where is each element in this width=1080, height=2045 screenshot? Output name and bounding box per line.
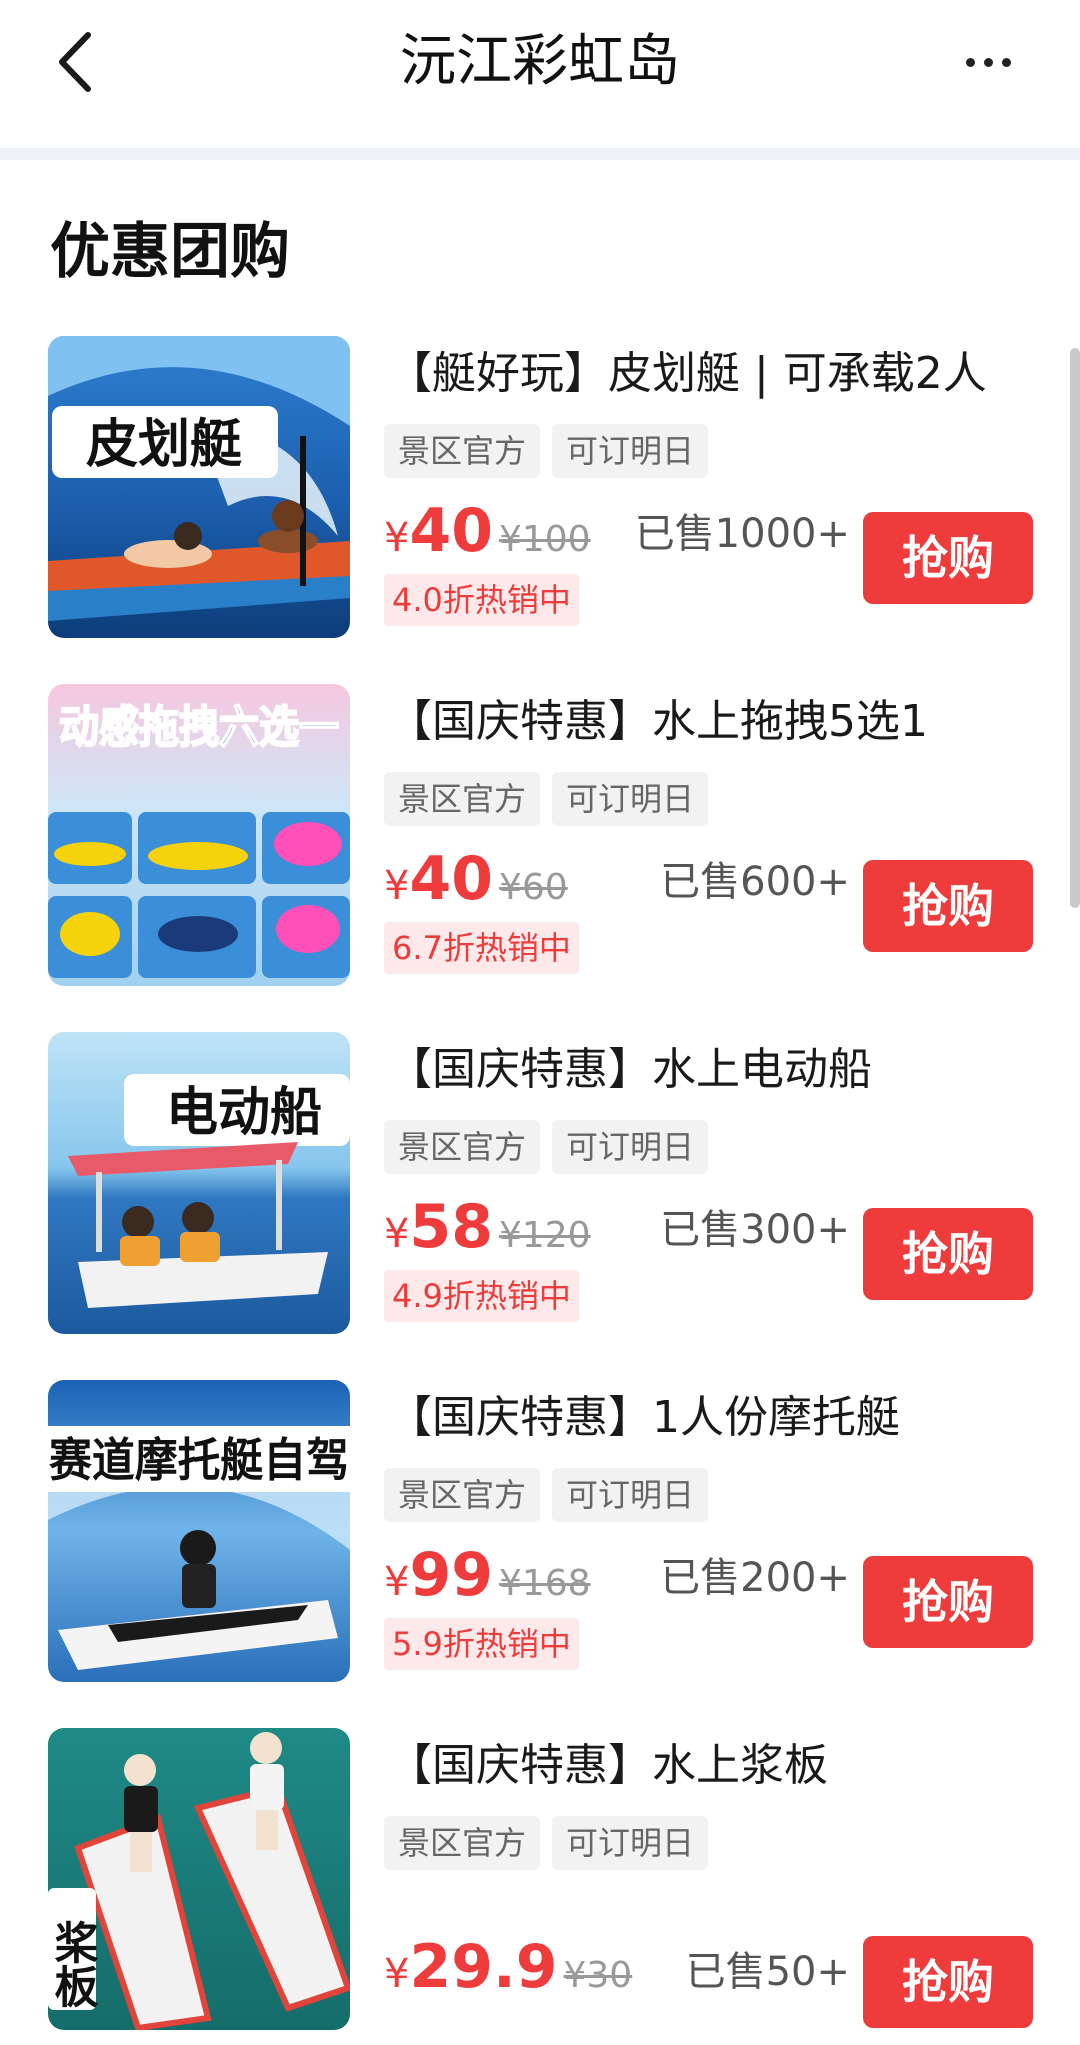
thumb-text: 桨板 xyxy=(48,1920,99,2008)
deal-item[interactable]: 动感拖拽六选一 【国庆特惠】水上拖拽5选1 景区官方 可订明日 ¥ 40 ¥60… xyxy=(0,684,1080,1004)
currency-symbol: ¥ xyxy=(384,1951,410,1997)
section-title: 优惠团购 xyxy=(50,217,290,287)
deal-price: 40 xyxy=(409,844,493,914)
tag-official: 景区官方 xyxy=(384,1468,541,1522)
more-button[interactable] xyxy=(948,22,1028,102)
original-price: ¥100 xyxy=(498,519,591,560)
deal-tags: 景区官方 可订明日 xyxy=(384,424,709,478)
deal-tags: 景区官方 可订明日 xyxy=(384,1120,709,1174)
thumb-text: 电动船 xyxy=(166,1083,322,1143)
deal-name: 【国庆特惠】水上拖拽5选1 xyxy=(388,696,928,747)
deal-price: 99 xyxy=(409,1540,493,1610)
discount-badge: 4.0折热销中 xyxy=(384,574,579,626)
price-row: ¥ 58 ¥120 xyxy=(384,1192,591,1262)
tag-book-tomorrow: 可订明日 xyxy=(552,1468,709,1522)
towable-image: 动感拖拽六选一 xyxy=(48,684,350,986)
discount-badge: 5.9折热销中 xyxy=(384,1618,579,1670)
tag-official: 景区官方 xyxy=(384,424,541,478)
price-row: ¥ 40 ¥100 xyxy=(384,496,591,566)
original-price: ¥120 xyxy=(498,1215,591,1256)
deal-thumbnail[interactable]: 赛道摩托艇自驾 xyxy=(48,1380,350,1682)
section-divider xyxy=(0,148,1080,160)
page-title: 沅江彩虹岛 xyxy=(400,29,680,94)
price-row: ¥ 40 ¥60 xyxy=(384,844,568,914)
deal-tags: 景区官方 可订明日 xyxy=(384,772,709,826)
deal-thumbnail[interactable]: 动感拖拽六选一 xyxy=(48,684,350,986)
tag-book-tomorrow: 可订明日 xyxy=(552,1816,709,1870)
deal-name: 【国庆特惠】1人份摩托艇 xyxy=(388,1392,900,1443)
sold-count: 已售1000+ xyxy=(634,511,850,557)
deal-thumbnail[interactable]: 桨板 xyxy=(48,1728,350,2030)
kayak-image: 皮划艇 xyxy=(48,336,350,638)
sold-count: 已售300+ xyxy=(660,1207,850,1253)
deal-name: 【国庆特惠】水上浆板 xyxy=(388,1740,828,1791)
original-price: ¥60 xyxy=(498,867,568,908)
thumb-text: 动感拖拽六选一 xyxy=(59,702,339,753)
nav-bar: 沅江彩虹岛 xyxy=(0,0,1080,148)
currency-symbol: ¥ xyxy=(384,1559,410,1605)
deal-item[interactable]: 桨板 【国庆特惠】水上浆板 景区官方 可订明日 ¥ 29.9 ¥30 已售50+… xyxy=(0,1728,1080,2045)
discount-badge: 4.9折热销中 xyxy=(384,1270,579,1322)
tag-book-tomorrow: 可订明日 xyxy=(552,424,709,478)
deal-tags: 景区官方 可订明日 xyxy=(384,1468,709,1522)
deal-tags: 景区官方 可订明日 xyxy=(384,1816,709,1870)
thumb-text: 皮划艇 xyxy=(86,415,242,475)
currency-symbol: ¥ xyxy=(384,1211,410,1257)
sold-count: 已售200+ xyxy=(660,1555,850,1601)
tag-book-tomorrow: 可订明日 xyxy=(552,772,709,826)
currency-symbol: ¥ xyxy=(384,863,410,909)
electric-boat-image: 电动船 xyxy=(48,1032,350,1334)
original-price: ¥168 xyxy=(498,1563,591,1604)
deal-item[interactable]: 皮划艇 【艇好玩】皮划艇 | 可承载2人 景区官方 可订明日 ¥ 40 ¥100… xyxy=(0,336,1080,656)
price-row: ¥ 99 ¥168 xyxy=(384,1540,591,1610)
currency-symbol: ¥ xyxy=(384,515,410,561)
deal-price: 29.9 xyxy=(409,1932,558,2002)
deal-name: 【国庆特惠】水上电动船 xyxy=(388,1044,872,1095)
deal-item[interactable]: 电动船 【国庆特惠】水上电动船 景区官方 可订明日 ¥ 58 ¥120 4.9折… xyxy=(0,1032,1080,1352)
tag-official: 景区官方 xyxy=(384,1120,541,1174)
deal-name: 【艇好玩】皮划艇 | 可承载2人 xyxy=(388,348,987,399)
tag-official: 景区官方 xyxy=(384,1816,541,1870)
tag-book-tomorrow: 可订明日 xyxy=(552,1120,709,1174)
sold-count: 已售50+ xyxy=(685,1949,850,1995)
more-dot xyxy=(983,57,993,67)
thumb-text: 赛道摩托艇自驾 xyxy=(49,1433,349,1487)
buy-button[interactable]: 抢购 xyxy=(863,860,1033,952)
buy-button[interactable]: 抢购 xyxy=(863,1556,1033,1648)
jetski-image: 赛道摩托艇自驾 xyxy=(48,1380,350,1682)
sold-count: 已售600+ xyxy=(660,859,850,905)
buy-button[interactable]: 抢购 xyxy=(863,512,1033,604)
price-row: ¥ 29.9 ¥30 xyxy=(384,1932,632,2002)
deal-thumbnail[interactable]: 皮划艇 xyxy=(48,336,350,638)
deal-thumbnail[interactable]: 电动船 xyxy=(48,1032,350,1334)
more-dot xyxy=(1001,57,1011,67)
more-horizontal-icon xyxy=(965,57,975,67)
deal-item[interactable]: 赛道摩托艇自驾 【国庆特惠】1人份摩托艇 景区官方 可订明日 ¥ 99 ¥168… xyxy=(0,1380,1080,1700)
buy-button[interactable]: 抢购 xyxy=(863,1936,1033,2028)
tag-official: 景区官方 xyxy=(384,772,541,826)
original-price: ¥30 xyxy=(563,1955,633,1996)
deal-price: 58 xyxy=(409,1192,493,1262)
deal-price: 40 xyxy=(409,496,493,566)
paddleboard-image: 桨板 xyxy=(48,1728,350,2030)
buy-button[interactable]: 抢购 xyxy=(863,1208,1033,1300)
discount-badge: 6.7折热销中 xyxy=(384,922,579,974)
